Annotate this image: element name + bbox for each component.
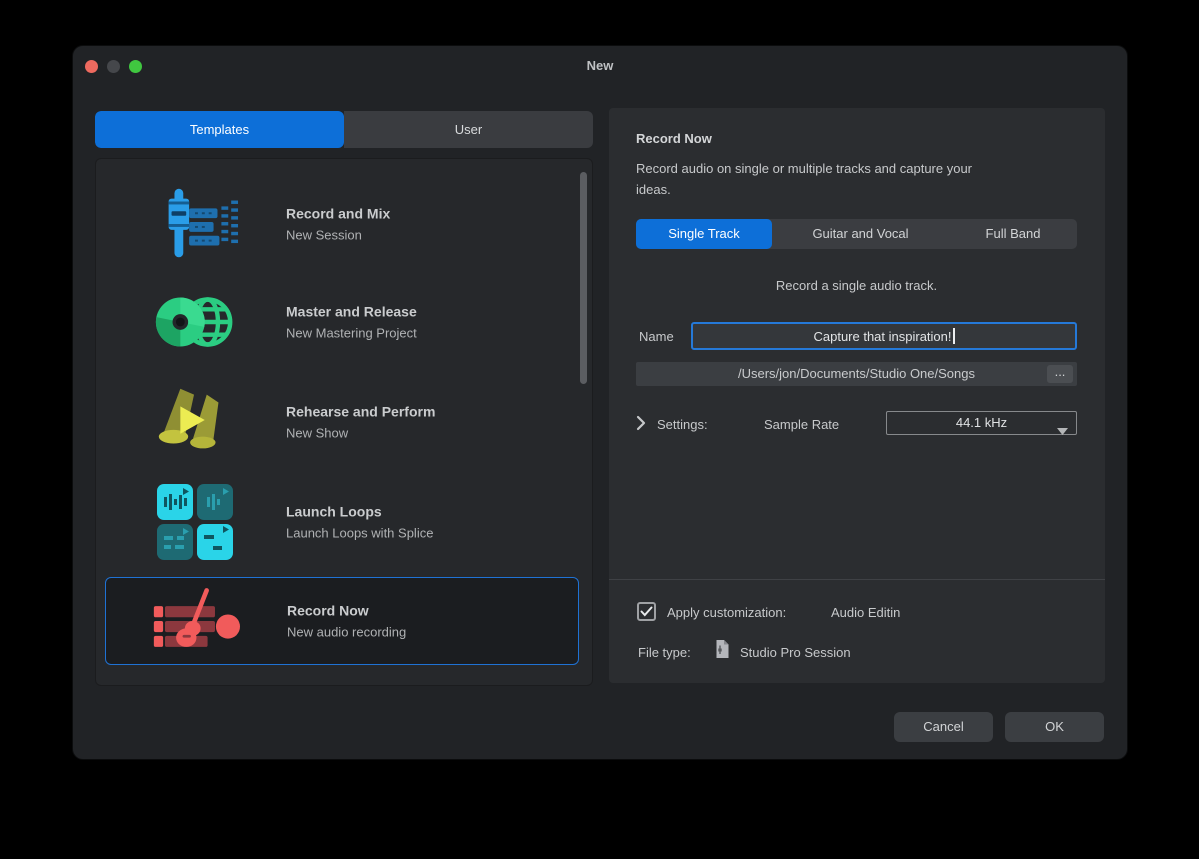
disc-globe-icon [151,282,239,362]
template-title: Rehearse and Perform [286,404,435,420]
list-item-text: Launch Loops Launch Loops with Splice [286,504,433,541]
template-title: Record Now [287,603,406,619]
template-subtitle: New Session [286,228,390,243]
cancel-button[interactable]: Cancel [894,712,993,742]
variant-tabbar: Single Track Guitar and Vocal Full Band [636,219,1077,249]
name-value: Capture that inspiration! [813,329,951,344]
template-title: Record and Mix [286,206,390,222]
settings-label: Settings: [657,417,708,432]
list-scrollbar[interactable] [580,172,587,384]
loop-pads-icon [151,482,239,562]
apply-customization-label: Apply customization: [667,605,786,620]
template-title: Launch Loops [286,504,433,520]
template-subtitle: New Show [286,426,435,441]
file-type-label: File type: [638,645,691,660]
tab-full-band[interactable]: Full Band [949,219,1077,249]
tab-user[interactable]: User [344,111,593,148]
tab-templates[interactable]: Templates [95,111,344,148]
window-title: New [73,46,1127,84]
ok-button[interactable]: OK [1005,712,1104,742]
name-input[interactable]: Capture that inspiration! [691,322,1077,350]
new-dialog-window: New Templates User [72,45,1128,760]
chevron-right-icon[interactable] [636,415,646,436]
zoom-window-icon[interactable] [129,60,142,73]
text-caret [953,328,955,344]
detail-description-line2: ideas. [636,179,1077,200]
chevron-down-icon [1057,420,1068,442]
sample-rate-value: 44.1 kHz [956,415,1007,430]
name-label: Name [639,329,674,344]
source-tabbar: Templates User [95,111,593,148]
apply-customization-checkbox[interactable] [637,602,656,621]
detail-description-line1: Record audio on single or multiple track… [636,158,1077,179]
spotlights-icon [151,382,239,462]
variant-description: Record a single audio track. [636,278,1077,293]
browse-button[interactable]: ... [1047,365,1073,383]
detail-title: Record Now [636,131,712,146]
template-list: Record and Mix New Session [95,158,593,686]
mixer-fader-icon [151,184,239,264]
template-title: Master and Release [286,304,417,320]
close-window-icon[interactable] [85,60,98,73]
list-item-text: Record Now New audio recording [287,603,406,640]
list-item-rehearse-and-perform[interactable]: Rehearse and Perform New Show [96,372,594,472]
template-subtitle: Launch Loops with Splice [286,526,433,541]
session-file-icon [713,639,730,664]
list-item-launch-loops[interactable]: Launch Loops Launch Loops with Splice [96,472,594,572]
sample-rate-dropdown[interactable]: 44.1 kHz [886,411,1077,435]
minimize-window-icon [107,60,120,73]
tab-single-track[interactable]: Single Track [636,219,772,249]
list-item-record-and-mix[interactable]: Record and Mix New Session [96,174,594,274]
apply-customization-value[interactable]: Audio Editin [831,605,905,620]
list-item-record-now[interactable]: Record Now New audio recording [105,577,579,665]
title-bar[interactable]: New [73,46,1127,84]
sample-rate-label: Sample Rate [764,417,839,432]
screen-background: New Templates User [0,0,1199,859]
tab-guitar-and-vocal[interactable]: Guitar and Vocal [772,219,949,249]
detail-description: Record audio on single or multiple track… [636,158,1077,200]
save-path-value: /Users/jon/Documents/Studio One/Songs [738,366,975,381]
record-guitar-icon [152,581,240,661]
list-item-text: Master and Release New Mastering Project [286,304,417,341]
save-path-field[interactable]: /Users/jon/Documents/Studio One/Songs ..… [636,362,1077,386]
list-item-text: Rehearse and Perform New Show [286,404,435,441]
template-subtitle: New audio recording [287,625,406,640]
section-divider [609,579,1105,580]
list-item-master-and-release[interactable]: Master and Release New Mastering Project [96,272,594,372]
template-subtitle: New Mastering Project [286,326,417,341]
list-item-text: Record and Mix New Session [286,206,390,243]
detail-panel: Record Now Record audio on single or mul… [609,108,1105,683]
file-type-value: Studio Pro Session [740,645,851,660]
